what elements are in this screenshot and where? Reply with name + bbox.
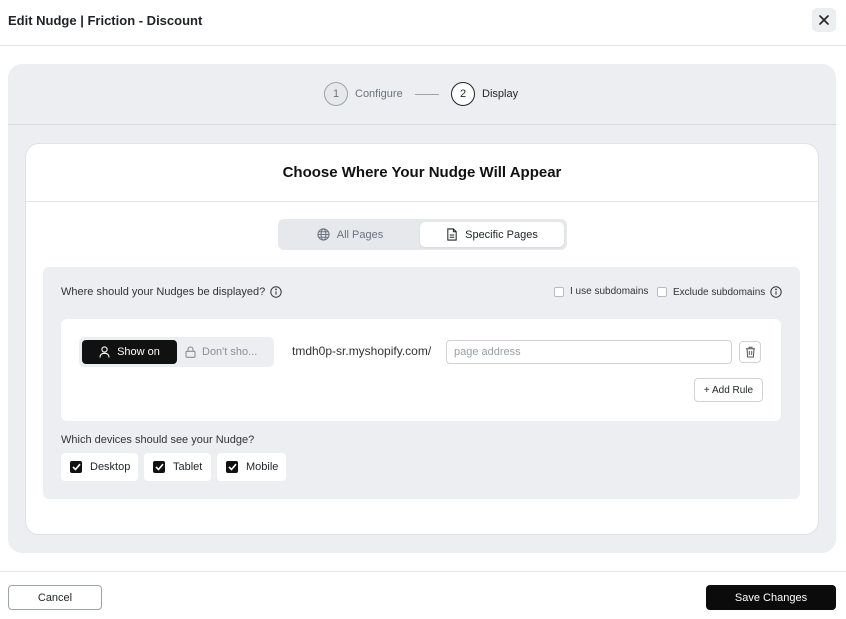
step-connector	[415, 94, 439, 95]
checkbox-checked[interactable]	[226, 461, 238, 473]
modal-header: Edit Nudge | Friction - Discount	[0, 0, 846, 46]
add-rule-button[interactable]: + Add Rule	[694, 378, 763, 402]
page-address-input[interactable]	[446, 340, 732, 364]
all-pages-label: All Pages	[336, 228, 384, 241]
display-question-text: Where should your Nudges be displayed?	[61, 286, 266, 298]
modal-body: 1 Configure 2 Display Choose Where Your …	[8, 64, 836, 553]
specific-pages-option[interactable]: Specific Pages	[420, 222, 564, 247]
checkmark-icon	[71, 463, 81, 471]
checkbox-checked[interactable]	[153, 461, 165, 473]
step-display[interactable]: 2 Display	[451, 82, 518, 106]
show-mode-toggle: Show on Don't sho...	[79, 337, 274, 367]
dont-show-label: Don't sho...	[202, 346, 258, 358]
step-configure[interactable]: 1 Configure	[324, 82, 403, 106]
checkmark-icon	[227, 463, 237, 471]
step-label: Configure	[355, 88, 403, 100]
device-label: Mobile	[246, 461, 279, 473]
user-icon	[99, 346, 110, 358]
show-on-button[interactable]: Show on	[82, 340, 177, 364]
checkmark-icon	[154, 463, 164, 471]
info-icon[interactable]	[770, 286, 782, 298]
device-label: Desktop	[90, 461, 131, 473]
close-button[interactable]	[812, 8, 836, 32]
checkbox-box[interactable]	[657, 287, 667, 297]
exclude-subdomains-checkbox[interactable]: Exclude subdomains	[657, 286, 782, 298]
modal-footer: Cancel Save Changes	[0, 571, 846, 619]
lock-icon	[185, 346, 196, 358]
card-title: Choose Where Your Nudge Will Appear	[26, 144, 818, 202]
dont-show-button[interactable]: Don't sho...	[185, 340, 271, 364]
checkbox-box[interactable]	[554, 286, 564, 297]
specific-pages-label: Specific Pages	[465, 228, 538, 241]
globe-icon	[317, 228, 330, 241]
save-changes-button[interactable]: Save Changes	[706, 585, 836, 610]
document-icon	[447, 228, 457, 241]
page-scope-segmented-control: All Pages Specific Pages	[278, 219, 567, 250]
use-subdomains-checkbox[interactable]: I use subdomains	[554, 286, 648, 297]
all-pages-option[interactable]: All Pages	[281, 222, 419, 247]
display-question: Where should your Nudges be displayed?	[61, 286, 282, 298]
step-number: 2	[451, 82, 475, 106]
device-mobile-checkbox[interactable]: Mobile	[217, 453, 286, 481]
domain-prefix: tmdh0p-sr.myshopify.com/	[292, 344, 432, 358]
exclude-subdomains-label: Exclude subdomains	[673, 286, 766, 298]
show-on-label: Show on	[117, 346, 160, 358]
modal-title: Edit Nudge | Friction - Discount	[8, 13, 203, 28]
delete-rule-button[interactable]	[739, 341, 761, 363]
stepper: 1 Configure 2 Display	[8, 64, 836, 125]
rule-row: Show on Don't sho... tmdh0p-sr.myshopify…	[61, 319, 781, 421]
device-desktop-checkbox[interactable]: Desktop	[61, 453, 138, 481]
display-rules-panel: Where should your Nudges be displayed? I…	[43, 267, 800, 499]
use-subdomains-label: I use subdomains	[570, 286, 649, 297]
placement-card: Choose Where Your Nudge Will Appear All …	[25, 143, 819, 535]
checkbox-checked[interactable]	[70, 461, 82, 473]
step-number: 1	[324, 82, 348, 106]
devices-question: Which devices should see your Nudge?	[61, 434, 255, 446]
device-label: Tablet	[173, 461, 203, 473]
close-icon	[819, 15, 829, 25]
info-icon[interactable]	[270, 286, 282, 298]
device-tablet-checkbox[interactable]: Tablet	[144, 453, 211, 481]
trash-icon	[745, 346, 755, 358]
cancel-button[interactable]: Cancel	[8, 585, 102, 610]
step-label: Display	[482, 88, 519, 100]
